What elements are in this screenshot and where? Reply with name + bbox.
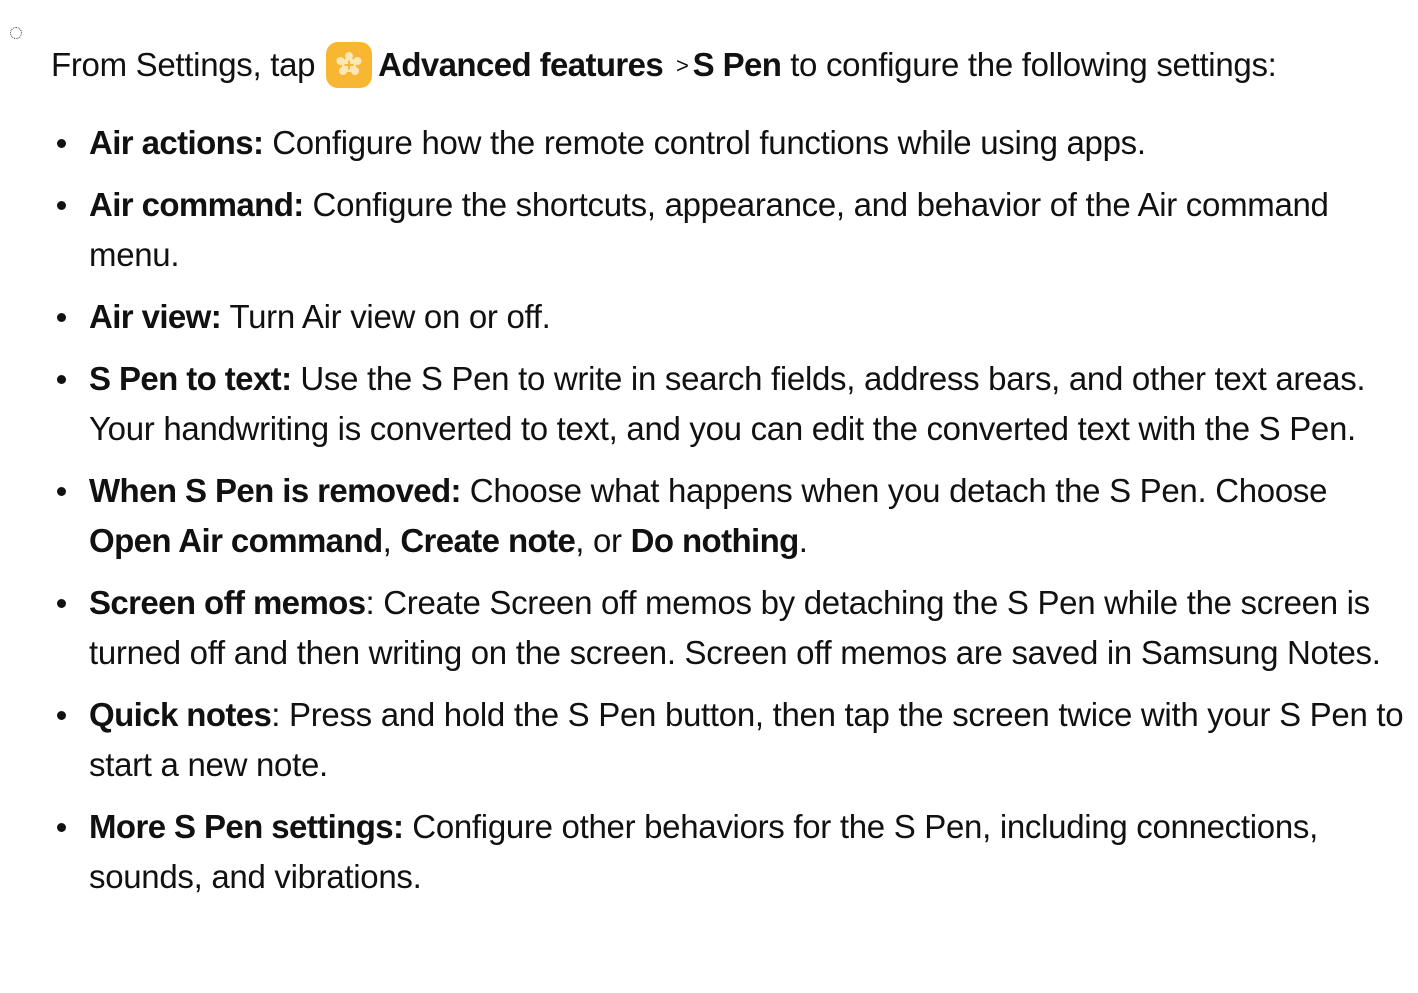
document-page: From Settings, tap Advanced features > S … — [0, 0, 1418, 993]
setting-colon: : — [271, 696, 281, 733]
list-item-screen-off-memos: Screen off memos: Create Screen off memo… — [51, 578, 1411, 678]
option-open-air-command: Open Air command — [89, 522, 383, 559]
setting-term: Screen off memos — [89, 584, 366, 621]
setting-term: Air view: — [89, 298, 222, 335]
setting-term: Quick notes — [89, 696, 272, 733]
intro-suffix: to configure the following settings: — [790, 46, 1277, 83]
option-or-text: , or — [575, 522, 622, 559]
setting-description: Configure how the remote control functio… — [272, 124, 1146, 161]
bullet-icon — [57, 599, 66, 608]
option-create-note: Create note — [400, 522, 576, 559]
step-marker-icon — [10, 27, 22, 39]
setting-term: Air actions: — [89, 124, 264, 161]
list-item-s-pen-to-text: S Pen to text: Use the S Pen to write in… — [51, 354, 1411, 454]
setting-description: Turn Air view on or off. — [229, 298, 551, 335]
bullet-icon — [57, 139, 66, 148]
intro-prefix: From Settings, tap — [51, 46, 316, 83]
bullet-icon — [57, 313, 66, 322]
list-item-air-command: Air command: Configure the shortcuts, ap… — [51, 180, 1411, 280]
settings-list: Air actions: Configure how the remote co… — [51, 118, 1411, 914]
setting-description: Choose what happens when you detach the … — [469, 472, 1328, 509]
setting-term: Air command: — [89, 186, 304, 223]
intro-instruction: From Settings, tap Advanced features > S … — [51, 39, 1381, 92]
bullet-icon — [57, 487, 66, 496]
bullet-icon — [57, 375, 66, 384]
setting-term: S Pen to text: — [89, 360, 292, 397]
option-comma: , — [382, 522, 392, 559]
bullet-icon — [57, 201, 66, 210]
setting-term: More S Pen settings: — [89, 808, 404, 845]
list-item-air-actions: Air actions: Configure how the remote co… — [51, 118, 1411, 168]
gear-plus-icon — [336, 52, 362, 75]
list-item-when-s-pen-is-removed: When S Pen is removed: Choose what happe… — [51, 466, 1411, 566]
path-s-pen: S Pen — [692, 46, 782, 83]
setting-colon: : — [365, 584, 375, 621]
advanced-features-icon — [326, 42, 373, 88]
bullet-icon — [57, 823, 66, 832]
setting-term: When S Pen is removed: — [89, 472, 462, 509]
option-do-nothing: Do nothing — [630, 522, 800, 559]
list-item-air-view: Air view: Turn Air view on or off. — [51, 292, 1411, 342]
path-separator: > — [676, 53, 689, 78]
list-item-more-s-pen-settings: More S Pen settings: Configure other beh… — [51, 802, 1411, 902]
bullet-icon — [57, 711, 66, 720]
option-end: . — [798, 522, 808, 559]
path-advanced-features: Advanced features — [378, 46, 664, 83]
setting-description: Press and hold the S Pen button, then ta… — [89, 696, 1404, 783]
list-item-quick-notes: Quick notes: Press and hold the S Pen bu… — [51, 690, 1411, 790]
